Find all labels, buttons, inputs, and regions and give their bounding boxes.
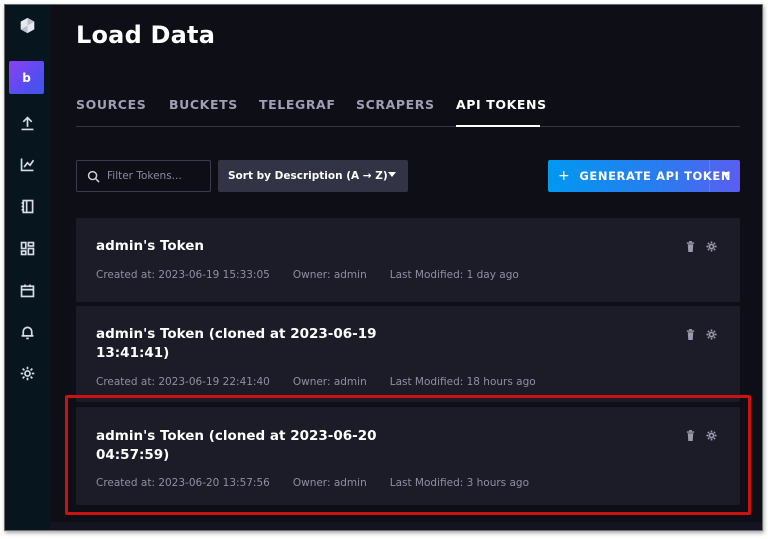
token-owner: Owner: admin xyxy=(292,477,367,489)
token-card: admin's Token Created at: 2023-06-19 15:… xyxy=(76,218,740,302)
generate-api-token-button[interactable]: + GENERATE API TOKEN xyxy=(548,160,740,192)
tab-api-tokens[interactable]: API TOKENS xyxy=(456,97,547,112)
token-modified: Last Modified: 1 day ago xyxy=(389,269,519,281)
token-name[interactable]: admin's Token (cloned at 2023-06-20 04:5… xyxy=(96,427,416,465)
token-meta: Created at: 2023-06-19 22:41:40 Owner: ad… xyxy=(96,376,559,388)
token-created: Created at: 2023-06-19 15:33:05 xyxy=(96,269,270,281)
settings-icon[interactable] xyxy=(705,328,717,340)
org-avatar-button[interactable]: b xyxy=(9,61,44,94)
token-modified: Last Modified: 18 hours ago xyxy=(389,376,536,388)
app-window: b Load Data SOURCES BUCKETS TELEGRAF SCR… xyxy=(4,4,763,531)
calendar-icon[interactable] xyxy=(11,274,44,307)
token-created: Created at: 2023-06-19 22:41:40 xyxy=(96,376,270,388)
plus-icon: + xyxy=(558,168,571,184)
gear-icon[interactable] xyxy=(11,357,44,390)
logo-cube-icon[interactable] xyxy=(11,9,44,42)
chart-icon[interactable] xyxy=(11,148,44,181)
trash-icon[interactable] xyxy=(684,240,696,252)
trash-icon[interactable] xyxy=(684,328,696,340)
settings-icon[interactable] xyxy=(705,429,717,441)
token-modified: Last Modified: 3 hours ago xyxy=(389,477,530,489)
sidebar: b xyxy=(5,5,50,530)
token-created: Created at: 2023-06-20 13:57:56 xyxy=(96,477,270,489)
bottom-strip xyxy=(50,522,762,530)
token-meta: Created at: 2023-06-20 13:57:56 Owner: ad… xyxy=(96,477,552,489)
tab-bar: SOURCES BUCKETS TELEGRAF SCRAPERS API TO… xyxy=(76,97,740,127)
button-divider xyxy=(709,160,710,192)
chevron-down-icon xyxy=(388,172,396,177)
page-title: Load Data xyxy=(76,21,216,49)
token-card: admin's Token (cloned at 2023-06-20 04:5… xyxy=(76,407,740,505)
tab-buckets[interactable]: BUCKETS xyxy=(169,97,238,112)
dashboard-icon[interactable] xyxy=(11,232,44,265)
search-input[interactable] xyxy=(107,170,202,182)
tab-sources[interactable]: SOURCES xyxy=(76,97,146,112)
sort-dropdown[interactable]: Sort by Description (A → Z) xyxy=(218,160,408,192)
main-content: Load Data SOURCES BUCKETS TELEGRAF SCRAP… xyxy=(50,5,762,530)
settings-icon[interactable] xyxy=(705,240,717,252)
token-owner: Owner: admin xyxy=(292,376,367,388)
token-meta: Created at: 2023-06-19 15:33:05 Owner: ad… xyxy=(96,269,542,281)
notebook-icon[interactable] xyxy=(11,190,44,223)
upload-icon[interactable] xyxy=(11,107,44,140)
chevron-down-icon[interactable] xyxy=(722,172,730,178)
token-name[interactable]: admin's Token xyxy=(96,237,396,256)
org-initial: b xyxy=(22,70,31,85)
tab-scrapers[interactable]: SCRAPERS xyxy=(356,97,435,112)
tab-telegraf[interactable]: TELEGRAF xyxy=(259,97,335,112)
search-icon xyxy=(87,170,100,183)
active-tab-indicator xyxy=(456,125,540,127)
sort-label: Sort by Description (A → Z) xyxy=(228,170,388,182)
token-owner: Owner: admin xyxy=(292,269,367,281)
token-name[interactable]: admin's Token (cloned at 2023-06-19 13:4… xyxy=(96,325,396,363)
token-card: admin's Token (cloned at 2023-06-19 13:4… xyxy=(76,306,740,402)
trash-icon[interactable] xyxy=(684,429,696,441)
search-box[interactable] xyxy=(76,160,211,192)
bell-icon[interactable] xyxy=(11,316,44,349)
